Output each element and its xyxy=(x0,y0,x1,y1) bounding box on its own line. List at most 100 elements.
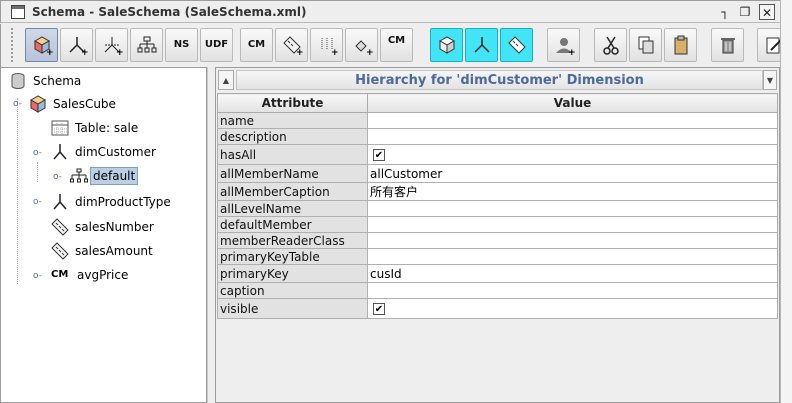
attribute-name-cell: hasAll xyxy=(217,144,368,165)
panel-title: Hierarchy for 'dimCustomer' Dimension xyxy=(236,70,763,90)
background-window-edge xyxy=(780,0,792,403)
svg-text:+: + xyxy=(46,48,53,56)
expand-handle-icon[interactable]: o- xyxy=(33,271,42,281)
attribute-name-cell: primaryKey xyxy=(217,264,368,283)
visible-checkbox[interactable]: ✔ xyxy=(373,303,385,315)
role-add-icon: + xyxy=(556,38,575,56)
attribute-name-cell: visible xyxy=(217,298,368,319)
tree-node-salesamount[interactable]: salesAmount xyxy=(51,241,153,261)
attribute-name-cell: memberReaderClass xyxy=(217,232,368,249)
table-row: hasAll ✔ xyxy=(217,144,778,165)
attribute-value-cell[interactable]: 所有客户 xyxy=(367,182,778,201)
tree-node-schema[interactable]: Schema xyxy=(9,71,81,91)
attribute-value-cell[interactable] xyxy=(367,282,778,299)
expand-handle-icon[interactable]: o- xyxy=(13,99,22,109)
attribute-value-cell[interactable] xyxy=(367,112,778,129)
attribute-name-cell: caption xyxy=(217,282,368,299)
attribute-value-cell[interactable] xyxy=(367,216,778,233)
udf-add-icon: UDF xyxy=(204,39,229,50)
attribute-name-cell: allMemberName xyxy=(217,164,368,183)
column-header-value[interactable]: Value xyxy=(367,93,778,113)
add-virtual-measure-button[interactable] xyxy=(500,28,533,62)
add-named-set-button[interactable]: NS xyxy=(165,28,198,62)
svg-text:+: + xyxy=(116,48,123,56)
add-cube-calc-button[interactable]: CM xyxy=(380,28,413,62)
dimension-usage-add-icon: + xyxy=(104,37,123,56)
tree-node-dimproducttype[interactable]: dimProductType xyxy=(51,192,171,212)
table-row: allMemberName allCustomer xyxy=(217,164,778,183)
table-row: primaryKeyTable xyxy=(217,248,778,265)
calculated-member-icon: CM xyxy=(51,269,69,280)
add-role-button[interactable]: + xyxy=(547,28,580,62)
tree-node-table-sale[interactable]: Table: sale xyxy=(51,118,138,138)
attribute-value-cell[interactable]: ✔ xyxy=(367,298,778,319)
copy-button[interactable] xyxy=(629,28,662,62)
column-header-attribute[interactable]: Attribute xyxy=(217,93,368,113)
svg-text:+: + xyxy=(568,48,575,56)
close-icon[interactable]: ✕ xyxy=(759,4,775,20)
tree-node-salescube[interactable]: SalesCube xyxy=(29,94,116,114)
tree-node-default[interactable]: default xyxy=(70,166,139,186)
attribute-name-cell: description xyxy=(217,128,368,145)
tree-node-salesnumber[interactable]: salesNumber xyxy=(51,217,154,237)
title-bar[interactable]: Schema - SaleSchema (SaleSchema.xml) ┐ ❐… xyxy=(0,0,782,23)
add-calculated-member-button[interactable]: CM xyxy=(240,28,273,62)
named-set-add-icon: NS xyxy=(173,39,190,50)
split-pane-divider[interactable] xyxy=(207,67,215,403)
attribute-name-cell: defaultMember xyxy=(217,216,368,233)
attribute-value-cell[interactable]: ✔ xyxy=(367,144,778,165)
svg-text:+: + xyxy=(296,48,303,56)
scroll-down-icon[interactable]: ▼ xyxy=(763,70,777,90)
tree-node-label: default xyxy=(90,167,139,185)
cube-calc-add-icon: CM xyxy=(387,35,406,46)
dimension-icon xyxy=(51,143,69,161)
add-dimension-usage-button[interactable]: + xyxy=(95,28,128,62)
tree-node-avgprice[interactable]: CM avgPrice xyxy=(51,265,128,285)
toolbar-grip[interactable] xyxy=(11,28,15,62)
expand-handle-icon[interactable]: o- xyxy=(33,197,42,207)
add-measure-button[interactable]: + xyxy=(275,28,308,62)
attribute-name-cell: name xyxy=(217,112,368,129)
add-virtual-cube-button[interactable]: + xyxy=(310,28,343,62)
schema-tree[interactable]: Schema o- SalesCube Table: sale o- dimCu… xyxy=(0,67,207,403)
tree-node-label: Table: sale xyxy=(75,121,139,135)
edit-mode-button[interactable] xyxy=(757,28,781,62)
virtual-measure-icon xyxy=(508,36,526,54)
toolbar: + + + NS UDF CM + + + CM + xyxy=(0,24,782,67)
tree-node-dimcustomer[interactable]: dimCustomer xyxy=(51,142,156,162)
hierarchy-add-icon xyxy=(137,36,157,53)
hierarchy-icon xyxy=(70,167,88,185)
attribute-value-cell[interactable] xyxy=(367,232,778,249)
maximize-icon[interactable]: ❐ xyxy=(737,4,753,20)
paste-icon xyxy=(674,35,688,55)
expand-handle-icon[interactable]: o- xyxy=(53,172,62,182)
add-hierarchy-button[interactable] xyxy=(130,28,163,62)
attribute-value-cell[interactable] xyxy=(367,200,778,217)
window-icon xyxy=(11,5,25,19)
tree-node-label: avgPrice xyxy=(77,268,129,282)
hasall-checkbox[interactable]: ✔ xyxy=(373,149,385,161)
paste-button[interactable] xyxy=(664,28,697,62)
add-virtual-cube-dim-button[interactable] xyxy=(430,28,463,62)
scroll-up-icon[interactable]: ▲ xyxy=(218,70,234,90)
add-dimension-button[interactable]: + xyxy=(60,28,93,62)
copy-icon xyxy=(638,36,654,54)
attribute-value-cell[interactable] xyxy=(367,248,778,265)
attribute-value-cell[interactable]: allCustomer xyxy=(367,164,778,183)
table-row: memberReaderClass xyxy=(217,232,778,249)
expand-handle-icon[interactable]: o- xyxy=(33,148,42,158)
add-cube-button[interactable]: + xyxy=(25,28,58,62)
attribute-value-cell[interactable] xyxy=(367,128,778,145)
add-parameter-button[interactable]: + xyxy=(345,28,378,62)
attribute-value-cell[interactable]: cusId xyxy=(367,264,778,283)
iconify-icon[interactable]: ┐ xyxy=(717,4,733,20)
attribute-name-cell: allMemberCaption xyxy=(217,182,368,201)
add-virtual-dimension-button[interactable] xyxy=(465,28,498,62)
svg-text:+: + xyxy=(366,48,373,56)
cut-button[interactable] xyxy=(594,28,627,62)
measure-add-icon: + xyxy=(283,36,303,56)
table-row: description xyxy=(217,128,778,145)
add-udf-button[interactable]: UDF xyxy=(200,28,233,62)
scissors-icon xyxy=(603,36,619,55)
delete-button[interactable] xyxy=(711,28,744,62)
